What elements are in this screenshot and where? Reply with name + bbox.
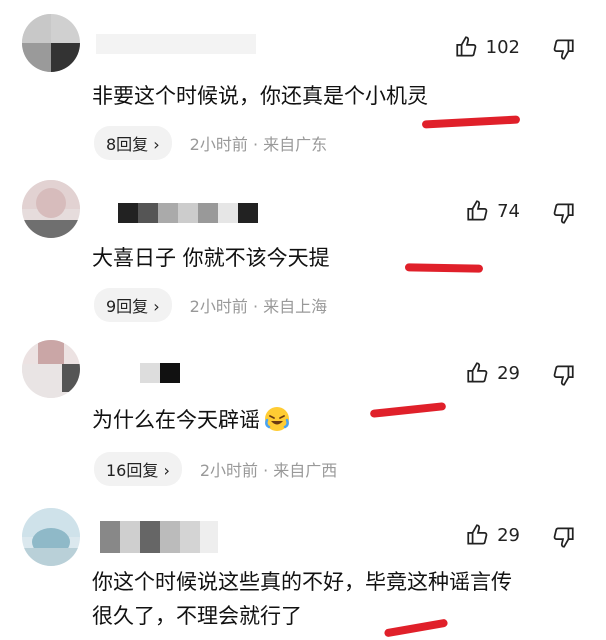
comment-text: 大喜日子 你就不该今天提 — [92, 246, 330, 270]
thumbs-up-icon — [467, 200, 488, 221]
red-annotation-stroke — [421, 115, 521, 129]
comment-text-row: 为什么在今天辟谣 — [92, 404, 582, 436]
thumbs-up-icon — [456, 36, 476, 57]
avatar[interactable] — [22, 180, 80, 238]
like-button[interactable]: 29 — [465, 522, 520, 548]
reply-count-button[interactable]: 8回复 › — [94, 126, 172, 160]
username-blurred[interactable] — [118, 203, 258, 223]
username-blurred[interactable] — [96, 34, 256, 54]
username-blurred[interactable] — [140, 363, 180, 383]
comment-meta: 16回复 › 2小时前 · 来自广西 — [94, 452, 337, 486]
comment-text: 非要这个时候说，你还真是个小机灵 — [92, 84, 428, 108]
comment-timestamp-location: 2小时前 · 来自上海 — [189, 297, 328, 316]
like-button[interactable]: 74 — [465, 198, 520, 224]
thumbs-up-icon — [467, 524, 488, 545]
avatar[interactable] — [22, 508, 80, 566]
comment-text: 为什么在今天辟谣 — [92, 408, 260, 432]
like-count: 29 — [497, 524, 520, 546]
like-button[interactable]: 102 — [454, 34, 520, 60]
comment-timestamp-location: 2小时前 · 来自广东 — [189, 135, 328, 154]
like-count: 29 — [497, 362, 520, 384]
red-annotation-stroke — [404, 263, 484, 273]
crying-laugh-emoji — [265, 407, 289, 431]
like-count: 102 — [485, 36, 520, 58]
avatar[interactable] — [22, 340, 80, 398]
comment-meta: 9回复 › 2小时前 · 来自上海 — [94, 288, 327, 322]
like-count: 74 — [497, 200, 520, 222]
thumbs-down-icon[interactable] — [550, 200, 576, 226]
thumbs-down-icon[interactable] — [550, 36, 576, 62]
username-blurred[interactable] — [100, 521, 218, 553]
comment-meta: 8回复 › 2小时前 · 来自广东 — [94, 126, 327, 160]
reply-count-button[interactable]: 16回复 › — [94, 452, 182, 486]
thumbs-down-icon[interactable] — [550, 524, 576, 550]
thumbs-down-icon[interactable] — [550, 362, 576, 388]
like-button[interactable]: 29 — [465, 360, 520, 386]
reply-count-button[interactable]: 9回复 › — [94, 288, 172, 322]
avatar[interactable] — [22, 14, 80, 72]
thumbs-up-icon — [467, 362, 488, 383]
comment-text: 你这个时候说这些真的不好，毕竟这种谣言传 — [92, 570, 512, 594]
comment-text-line-2: 很久了，不理会就行了 — [92, 604, 302, 628]
comment-timestamp-location: 2小时前 · 来自广西 — [199, 461, 338, 480]
